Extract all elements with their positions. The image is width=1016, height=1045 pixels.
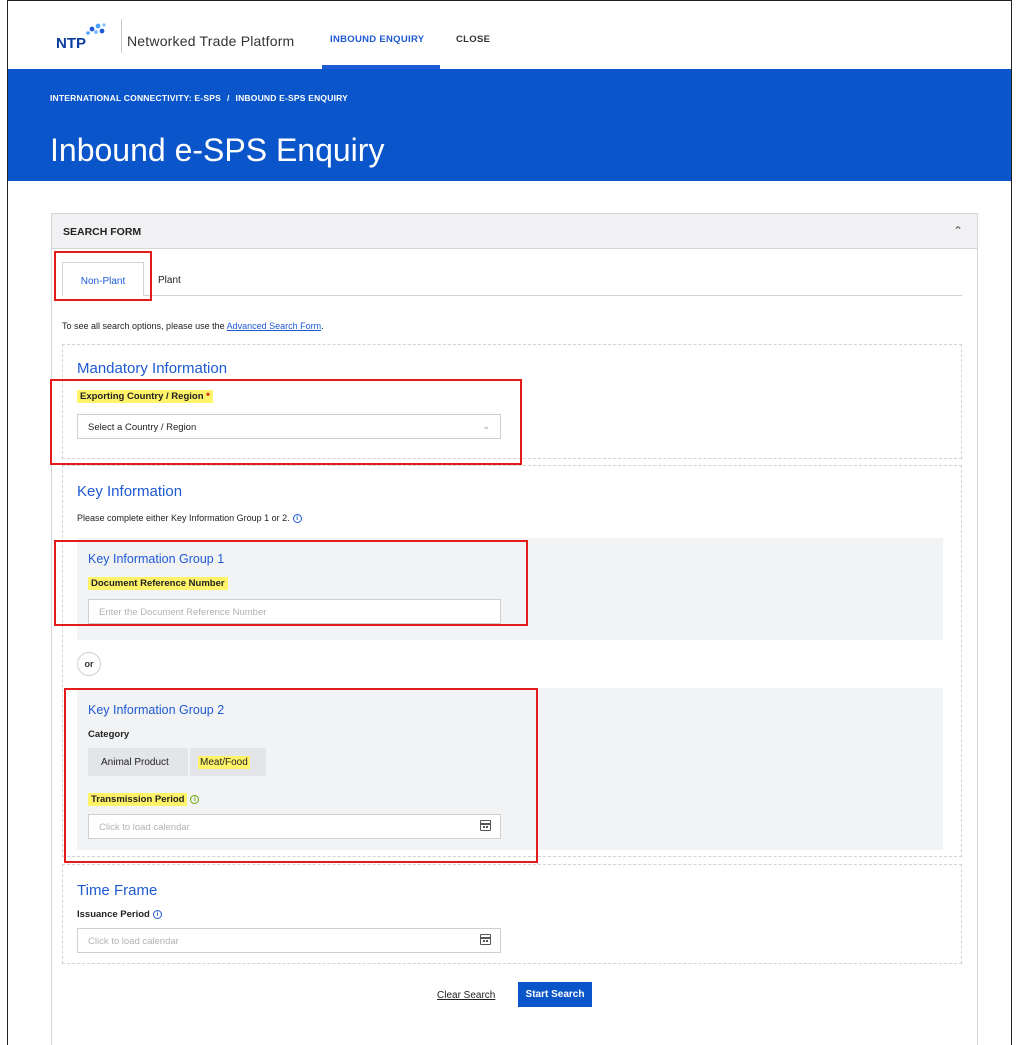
time-frame-title: Time Frame [77,882,158,899]
tab-non-plant[interactable]: Non-Plant [62,262,144,296]
issuance-period-input[interactable]: Click to load calendar [77,928,501,953]
exporting-country-select[interactable]: Select a Country / Region ⌄ [77,414,501,439]
mandatory-section: Mandatory Information Exporting Country … [62,344,962,459]
chevron-up-icon[interactable]: ⌃ [953,224,963,238]
calendar-icon[interactable] [480,820,491,831]
advanced-search-hint: To see all search options, please use th… [62,321,324,331]
page-banner: INTERNATIONAL CONNECTIVITY: E-SPS / INBOUN… [8,69,1011,181]
panel-header[interactable]: SEARCH FORM ⌃ [52,214,977,249]
category-animal-product[interactable]: Animal Product [88,748,188,776]
key-info-group-1: Key Information Group 1 Document Referen… [77,538,943,640]
category-label: Category [88,729,130,740]
ntp-logo-icon: NTP [56,23,106,51]
start-search-button[interactable]: Start Search [518,982,592,1007]
nav-inbound-enquiry[interactable]: INBOUND ENQUIRY [330,34,424,45]
breadcrumb-separator: / [226,93,230,103]
breadcrumb-item-inbound: INBOUND E-SPS ENQUIRY [235,93,349,103]
document-reference-input[interactable]: Enter the Document Reference Number [88,599,501,624]
info-icon[interactable]: i [152,909,162,919]
chevron-down-icon: ⌄ [482,421,490,431]
exporting-country-label: Exporting Country / Region * [77,390,213,403]
tab-bar: Non-Plant Plant [62,262,962,296]
key-information-section: Key Information Please complete either K… [62,465,962,857]
svg-text:NTP: NTP [56,35,86,51]
advanced-search-link[interactable]: Advanced Search Form [227,321,322,331]
page-title: Inbound e-SPS Enquiry [50,132,385,168]
top-nav: NTP Networked Trade Platform INBOUND ENQ… [8,1,1011,69]
breadcrumb: INTERNATIONAL CONNECTIVITY: E-SPS / INBOUN… [50,93,348,103]
issuance-period-label: Issuance Period i [77,909,162,920]
tab-plant[interactable]: Plant [158,262,181,296]
transmission-period-input[interactable]: Click to load calendar [88,814,501,839]
info-icon[interactable]: i [190,794,200,804]
group-2-title: Key Information Group 2 [88,703,225,717]
panel-title: SEARCH FORM [63,226,142,238]
or-separator: or [77,652,101,676]
breadcrumb-item-connectivity[interactable]: INTERNATIONAL CONNECTIVITY: E-SPS [50,93,221,103]
key-info-note: Please complete either Key Information G… [77,513,302,524]
category-meat-food[interactable]: Meat/Food [190,748,266,776]
key-info-title: Key Information [77,483,183,500]
logo-divider [121,19,122,53]
key-info-group-2: Key Information Group 2 Category Animal … [77,688,943,850]
search-form-panel: SEARCH FORM ⌃ Non-Plant Plant To see all… [51,213,978,1045]
brand-name: Networked Trade Platform [127,33,295,49]
document-reference-label: Document Reference Number [88,577,228,590]
clear-search-button[interactable]: Clear Search [437,990,495,1001]
nav-close[interactable]: CLOSE [456,34,490,45]
app-window: NTP Networked Trade Platform INBOUND ENQ… [7,0,1012,1045]
info-icon[interactable]: i [292,514,302,524]
time-frame-section: Time Frame Issuance Period i Click to loa… [62,864,962,964]
group-1-title: Key Information Group 1 [88,552,225,566]
transmission-period-label: Transmission Period i [88,793,200,806]
calendar-icon[interactable] [480,934,491,945]
mandatory-title: Mandatory Information [77,360,228,377]
